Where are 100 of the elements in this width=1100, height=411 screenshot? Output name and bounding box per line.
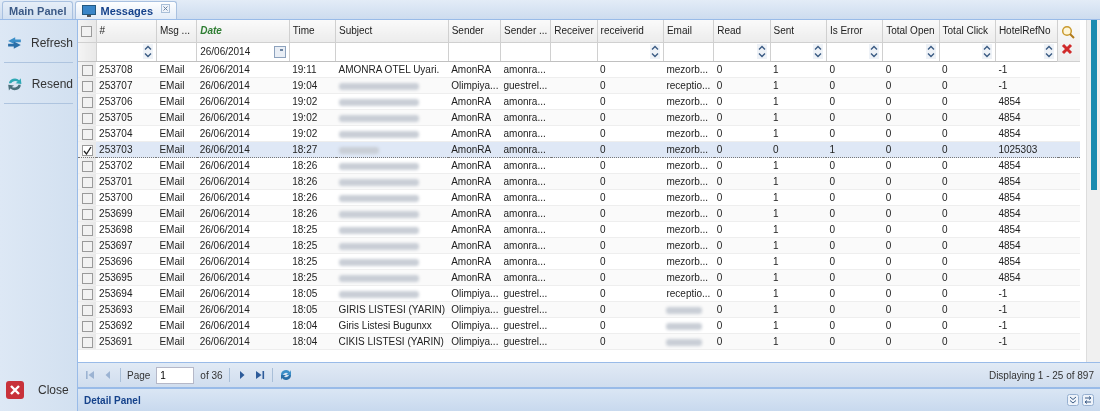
table-cell: 18:05 — [292, 288, 318, 299]
table-cell: 0 — [885, 96, 892, 107]
row-checkbox[interactable] — [81, 128, 93, 140]
column-header[interactable]: Date — [196, 20, 290, 43]
table-cell: 0 — [600, 336, 606, 347]
table-cell: -1 — [998, 304, 1008, 315]
table-cell: EMail — [159, 288, 185, 299]
spinner-icon[interactable] — [1044, 44, 1055, 60]
table-cell: 0 — [829, 288, 835, 299]
table-cell: 0 — [885, 336, 892, 347]
column-header[interactable]: Total Click — [939, 20, 996, 43]
table-cell: Olimpiya... — [451, 336, 499, 347]
table-cell: EMail — [159, 144, 185, 155]
spinner-icon[interactable] — [869, 44, 880, 60]
column-header[interactable]: Total Open — [882, 20, 940, 43]
search-icon[interactable] — [1061, 25, 1076, 39]
page-field[interactable]: 1 — [156, 366, 195, 384]
close-icon[interactable] — [161, 4, 171, 13]
table-cell: 0 — [942, 288, 948, 299]
tab[interactable]: Messages — [75, 1, 178, 19]
row-checkbox[interactable] — [81, 80, 93, 92]
date-filter-field[interactable]: 26/06/2014 — [197, 43, 289, 60]
table-cell: 0 — [600, 112, 606, 123]
row-checkbox[interactable] — [81, 304, 93, 316]
row-checkbox[interactable] — [81, 96, 93, 108]
column-header[interactable]: Time — [289, 20, 336, 43]
calendar-icon[interactable] — [273, 45, 286, 58]
spinner-icon[interactable] — [925, 44, 936, 60]
table-cell: receptio... — [666, 80, 711, 91]
page-count: of 36 — [200, 369, 223, 381]
row-checkbox[interactable] — [81, 64, 93, 76]
table-cell: 0 — [942, 320, 948, 331]
table-cell: 0 — [885, 256, 892, 267]
column-header[interactable]: # — [96, 20, 157, 43]
column-header[interactable]: Is Error — [826, 20, 883, 43]
column-header[interactable]: Read — [713, 20, 771, 43]
table-cell: 0 — [942, 272, 948, 283]
row-checkbox[interactable] — [81, 176, 93, 188]
table-cell: 1 — [773, 240, 779, 251]
spinner-icon[interactable] — [649, 44, 660, 60]
column-header[interactable]: Sender ... — [500, 20, 551, 43]
tab[interactable]: Main Panel — [2, 1, 74, 19]
spinner-icon[interactable] — [756, 44, 767, 60]
column-header[interactable]: Email — [663, 20, 714, 43]
table-cell: 0 — [885, 112, 892, 123]
table-cell: mezorb... — [666, 144, 709, 155]
row-checkbox[interactable] — [81, 160, 93, 172]
column-header[interactable]: Receiver — [550, 20, 598, 43]
table-cell: 253705 — [99, 112, 133, 123]
row-checkbox[interactable] — [81, 288, 93, 300]
table-cell: 4854 — [998, 176, 1021, 187]
column-header[interactable]: receiverid — [597, 20, 664, 43]
scrollbar[interactable] — [1086, 20, 1100, 362]
table-cell: 0 — [716, 240, 723, 251]
row-checkbox[interactable] — [81, 256, 93, 268]
column-header[interactable]: HotelRefNo — [995, 20, 1058, 43]
last-page-icon[interactable] — [253, 369, 266, 381]
tab-label: Main Panel — [9, 4, 67, 17]
table-cell: Olimpiya... — [451, 80, 499, 91]
collapse-icon[interactable] — [1067, 394, 1079, 406]
table-cell: 0 — [885, 160, 892, 171]
table-cell: 0 — [600, 208, 606, 219]
table-cell: 0 — [829, 272, 835, 283]
close-button[interactable]: Close — [4, 375, 73, 407]
row-checkbox[interactable] — [81, 336, 93, 348]
table-cell: 0 — [942, 208, 948, 219]
spinner-icon[interactable] — [142, 44, 153, 60]
table-cell: EMail — [159, 320, 185, 331]
table-cell: 0 — [885, 144, 892, 155]
select-all-checkbox[interactable] — [81, 25, 93, 37]
row-checkbox[interactable] — [81, 112, 93, 124]
table-cell: 4854 — [998, 128, 1021, 139]
table-cell: 0 — [885, 272, 892, 283]
spinner-icon[interactable] — [812, 44, 823, 60]
resend-button[interactable]: Resend — [4, 67, 73, 104]
table-cell: AmonRA — [451, 144, 492, 155]
swap-icon[interactable] — [1082, 394, 1094, 406]
column-header[interactable]: Sent — [770, 20, 827, 43]
refresh-icon[interactable] — [278, 368, 293, 382]
table-cell: 0 — [600, 272, 606, 283]
row-checkbox[interactable] — [81, 240, 93, 252]
row-checkbox[interactable] — [81, 224, 93, 236]
row-checkbox[interactable] — [81, 144, 93, 156]
table-cell: Olimpiya... — [451, 288, 499, 299]
row-checkbox[interactable] — [81, 320, 93, 332]
column-header[interactable]: Subject — [335, 20, 449, 43]
row-checkbox[interactable] — [81, 192, 93, 204]
column-header[interactable]: Sender — [448, 20, 501, 43]
table-cell: AmonRA — [451, 208, 492, 219]
row-checkbox[interactable] — [81, 208, 93, 220]
table-cell: mezorb... — [666, 208, 709, 219]
table-cell: -1 — [998, 64, 1008, 75]
spinner-icon[interactable] — [981, 44, 992, 60]
row-checkbox[interactable] — [81, 272, 93, 284]
clear-icon[interactable] — [1061, 43, 1074, 55]
refresh-button[interactable]: Refresh — [4, 26, 73, 63]
table-cell: guestrel... — [503, 320, 548, 331]
table-cell: 1 — [773, 96, 779, 107]
table-cell: mezorb... — [666, 128, 709, 139]
column-header[interactable]: Msg ... — [156, 20, 197, 43]
